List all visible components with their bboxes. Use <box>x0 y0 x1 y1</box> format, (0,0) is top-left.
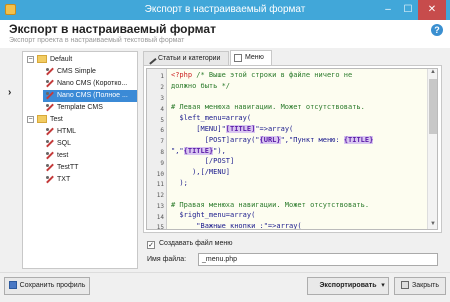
line-number: 6 <box>160 127 164 134</box>
tree-item[interactable]: TXT <box>23 174 137 186</box>
close-button[interactable]: Закрыть <box>394 277 446 295</box>
scroll-up-icon[interactable]: ▲ <box>428 69 438 77</box>
tree-label: TestTT <box>57 164 79 171</box>
page-subtitle: Экспорт проекта в настраиваемый текстовы… <box>9 37 185 44</box>
folder-icon <box>37 115 47 124</box>
maximize-button[interactable]: ☐ <box>398 0 418 20</box>
line-number: 11 <box>156 181 164 188</box>
tree-label: CMS Simple <box>57 68 96 75</box>
tree-item[interactable]: test <box>23 150 137 162</box>
tree-item[interactable]: HTML <box>23 126 137 138</box>
line-number: 14 <box>156 214 164 221</box>
tab-menu[interactable]: Меню <box>230 50 272 65</box>
tree-label: SQL <box>57 140 72 147</box>
filename-label: Имя файла: <box>147 256 187 263</box>
tree-label: HTML <box>57 128 77 135</box>
tree-item[interactable]: Template CMS <box>23 102 137 114</box>
document-icon <box>234 54 242 62</box>
line-number: 15 <box>156 224 164 230</box>
create-menu-label: Создавать файл меню <box>159 240 233 247</box>
page-title: Экспорт в настраиваемый формат <box>9 22 216 36</box>
tree-folder-test[interactable]: − Test <box>23 114 137 126</box>
tree-label: Test <box>50 116 63 123</box>
current-item-marker: › <box>8 87 12 98</box>
tree-label: Nano CMS (Коротко... <box>57 80 128 87</box>
title-bar: Экспорт в настраиваемый формат – ☐ ✕ <box>0 0 450 20</box>
line-number: 3 <box>160 95 164 102</box>
line-number: 1 <box>160 73 164 80</box>
line-number: 8 <box>160 149 164 156</box>
collapse-icon[interactable]: − <box>27 116 34 123</box>
button-label: Сохранить профиль <box>19 282 86 289</box>
filename-input[interactable]: _menu.php <box>198 253 438 266</box>
minimize-button[interactable]: – <box>378 0 398 20</box>
exit-icon <box>401 281 410 290</box>
profile-tree[interactable]: − Default CMS Simple Nano CMS (Коротко..… <box>22 51 138 269</box>
scroll-thumb[interactable] <box>429 79 437 134</box>
tree-item[interactable]: Nano CMS (Коротко... <box>23 78 137 90</box>
tool-icon <box>45 163 54 172</box>
tree-item[interactable]: TestTT <box>23 162 137 174</box>
line-number: 12 <box>156 192 164 199</box>
export-button[interactable]: Экспортировать <box>307 277 389 295</box>
folder-icon <box>37 55 47 64</box>
save-icon <box>8 281 17 290</box>
pencil-icon <box>145 53 157 65</box>
line-number: 13 <box>156 203 164 210</box>
collapse-icon[interactable]: − <box>27 56 34 63</box>
tab-label: Меню <box>245 54 264 61</box>
scroll-down-icon[interactable]: ▼ <box>428 221 438 229</box>
tool-icon <box>45 151 54 160</box>
tree-label: Default <box>50 56 73 63</box>
tree-item[interactable]: SQL <box>23 138 137 150</box>
tool-icon <box>45 175 54 184</box>
tree-label: Template CMS <box>57 104 103 111</box>
export-dropdown-button[interactable]: ▾ <box>378 277 389 295</box>
code-text: <?php /* Выше этой строки в файле ничего… <box>171 71 374 230</box>
tool-icon <box>45 67 54 76</box>
create-menu-checkbox[interactable]: ✓ <box>147 241 155 249</box>
line-number: 5 <box>160 117 164 124</box>
tree-label: test <box>57 152 69 159</box>
line-number: 7 <box>160 138 164 145</box>
tree-folder-default[interactable]: − Default <box>23 54 137 66</box>
tool-icon <box>45 139 54 148</box>
tree-item[interactable]: CMS Simple <box>23 66 137 78</box>
tab-label: Статьи и категории <box>158 55 221 62</box>
code-editor[interactable]: 1 2 3 4 5 6 7 8 9 10 11 12 13 14 15 <?ph… <box>146 68 438 230</box>
close-window-button[interactable]: ✕ <box>418 0 446 20</box>
tab-articles[interactable]: Статьи и категории <box>143 51 229 65</box>
line-number: 2 <box>160 84 164 91</box>
tree-label: Nano CMS (Полное ... <box>57 92 128 99</box>
tool-icon <box>45 79 54 88</box>
save-profile-button[interactable]: Сохранить профиль <box>4 277 90 295</box>
line-number: 10 <box>156 171 164 178</box>
tool-icon <box>45 103 54 112</box>
line-number: 9 <box>160 160 164 167</box>
button-label: Закрыть <box>412 282 439 289</box>
tree-item-selected[interactable]: Nano CMS (Полное ... <box>43 90 137 102</box>
tool-icon <box>45 91 54 100</box>
help-icon[interactable]: ? <box>431 24 443 36</box>
line-number-gutter: 1 2 3 4 5 6 7 8 9 10 11 12 13 14 15 <box>147 69 167 230</box>
line-number: 4 <box>160 106 164 113</box>
tool-icon <box>45 127 54 136</box>
tree-label: TXT <box>57 176 71 183</box>
editor-scrollbar[interactable]: ▲ ▼ <box>427 69 437 229</box>
